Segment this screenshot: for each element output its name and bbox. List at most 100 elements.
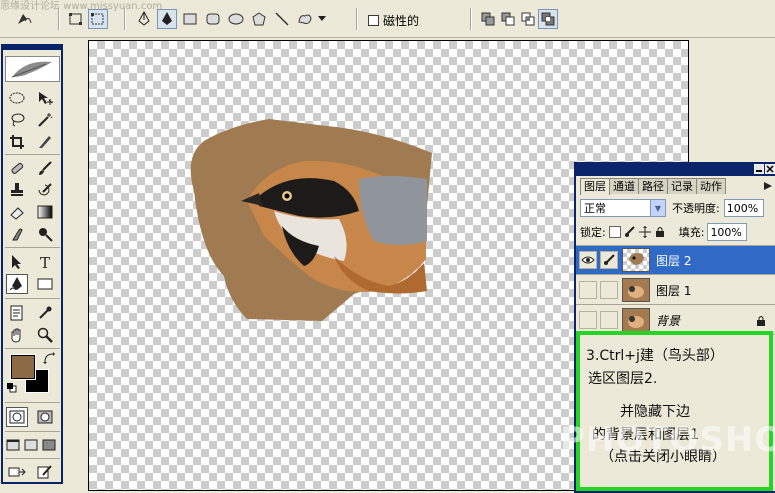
notes-tool[interactable] (6, 303, 28, 323)
paths-button[interactable] (88, 9, 108, 29)
slice-tool[interactable] (34, 132, 56, 152)
visibility-toggle[interactable] (579, 311, 597, 329)
fill-input[interactable]: 100% (707, 223, 748, 241)
type-tool[interactable]: T (34, 252, 56, 272)
minimize-icon[interactable] (754, 164, 764, 174)
lasso-tool[interactable] (6, 110, 28, 130)
brush-tool[interactable] (34, 158, 56, 178)
eyedropper-icon (39, 306, 52, 319)
rounded-rectangle-tool-button[interactable] (203, 9, 223, 29)
close-icon[interactable] (765, 164, 775, 174)
lock-position-move-icon[interactable] (638, 226, 651, 238)
history-brush-tool[interactable] (34, 180, 56, 200)
rectangular-marquee-tool[interactable] (6, 88, 28, 108)
standard-screen-mode-button[interactable] (4, 435, 22, 455)
options-separator (58, 8, 59, 30)
full-screen-menu-mode-button[interactable] (22, 435, 40, 455)
foreground-color-swatch[interactable] (10, 354, 36, 380)
layer-link-cell[interactable] (600, 281, 618, 299)
move-tool[interactable] (34, 88, 56, 108)
panel-menu-arrow-icon[interactable] (764, 182, 772, 190)
zoom-tool[interactable] (34, 325, 56, 345)
dodge-icon (39, 228, 53, 242)
tab-paths[interactable]: 路径 (638, 178, 668, 194)
bandage-icon (11, 162, 24, 174)
fill-label: 填充: (678, 226, 705, 239)
layer-link-cell[interactable] (600, 251, 618, 269)
path-add-button[interactable] (478, 9, 498, 29)
path-subtract-button[interactable] (498, 9, 518, 29)
layer-row-layer1[interactable]: 图层 1 (576, 276, 775, 305)
hand-icon (11, 328, 21, 343)
screen-mode-icon (42, 439, 56, 451)
default-colors-icon[interactable] (7, 383, 17, 393)
brush-icon (39, 161, 52, 175)
freeform-pen-tool-button[interactable] (157, 9, 177, 29)
dodge-tool[interactable] (34, 224, 56, 244)
tab-layers[interactable]: 图层 (580, 178, 610, 195)
paths-icon (91, 13, 104, 25)
tab-actions[interactable]: 动作 (696, 178, 726, 194)
marquee-icon (9, 92, 25, 104)
eyedropper-tool[interactable] (34, 303, 56, 323)
opacity-input[interactable]: 100% (723, 199, 764, 217)
stamp-icon (11, 183, 23, 196)
layers-list: 图层 2 图层 1 背景 (576, 245, 775, 335)
standard-mode-button[interactable] (6, 407, 28, 427)
custom-shape-dropdown[interactable] (316, 9, 328, 29)
toolbox-feather-logo[interactable] (5, 56, 60, 82)
eraser-tool[interactable] (6, 202, 28, 222)
options-separator (356, 8, 357, 30)
history-brush-icon (38, 183, 52, 196)
rectangle-shape-tool[interactable] (34, 274, 56, 294)
tab-channels[interactable]: 通道 (609, 178, 639, 194)
path-selection-icon (12, 255, 21, 269)
clone-stamp-tool[interactable] (6, 180, 28, 200)
lock-transparency-icon[interactable] (608, 226, 621, 238)
opacity-label: 不透明度: (672, 202, 720, 215)
lock-image-brush-icon[interactable] (624, 226, 636, 238)
line-tool-button[interactable] (272, 9, 292, 29)
fill-value: 100% (710, 225, 742, 239)
visibility-toggle[interactable] (579, 281, 597, 299)
gradient-tool[interactable] (34, 202, 56, 222)
rectangle-tool-button[interactable] (180, 9, 200, 29)
quick-mask-mode-button[interactable] (34, 407, 56, 427)
layer-link-cell[interactable] (600, 311, 618, 329)
tab-history[interactable]: 记录 (667, 178, 697, 194)
move-icon (39, 92, 53, 105)
crop-tool[interactable] (6, 132, 28, 152)
visibility-toggle[interactable] (579, 251, 597, 269)
lock-all-icon[interactable] (654, 226, 666, 238)
magic-wand-icon (38, 113, 53, 127)
magnetic-checkbox-group[interactable]: 磁性的 (368, 12, 419, 28)
quick-mask-icon (37, 410, 53, 424)
shape-layers-button[interactable] (66, 9, 86, 29)
ellipse-tool-button[interactable] (226, 9, 246, 29)
toolbox-separator (5, 458, 60, 459)
magnetic-checkbox[interactable] (368, 14, 379, 26)
tool-preset-picker[interactable] (14, 9, 34, 29)
rectangle-icon (183, 13, 197, 25)
custom-shape-tool-button[interactable] (295, 9, 315, 29)
path-exclude-button[interactable] (538, 9, 558, 29)
toolbox: T (1, 44, 63, 484)
layer-row-layer2[interactable]: 图层 2 (576, 246, 775, 275)
lock-fill-row: 锁定: 填充: 100% (580, 222, 748, 242)
polygon-tool-button[interactable] (249, 9, 269, 29)
full-screen-mode-button[interactable] (40, 435, 58, 455)
freeform-pen-tool[interactable] (6, 274, 28, 294)
healing-brush-tool[interactable] (6, 158, 28, 178)
annotation-line-1: 3.Ctrl+j建（鸟头部） (586, 348, 724, 364)
path-selection-tool[interactable] (6, 252, 28, 272)
edit-in-imageready-button[interactable] (34, 462, 56, 482)
hand-tool[interactable] (6, 325, 28, 345)
pen-tool-button[interactable] (134, 9, 154, 29)
swap-colors-icon[interactable] (43, 352, 55, 364)
blur-tool[interactable] (6, 224, 28, 244)
magic-wand-tool[interactable] (34, 110, 56, 130)
jump-to-imageready-button[interactable] (6, 462, 28, 482)
rectangle-icon (37, 278, 53, 290)
blend-mode-select[interactable]: 正常 ▼ (580, 199, 666, 217)
path-intersect-button[interactable] (518, 9, 538, 29)
